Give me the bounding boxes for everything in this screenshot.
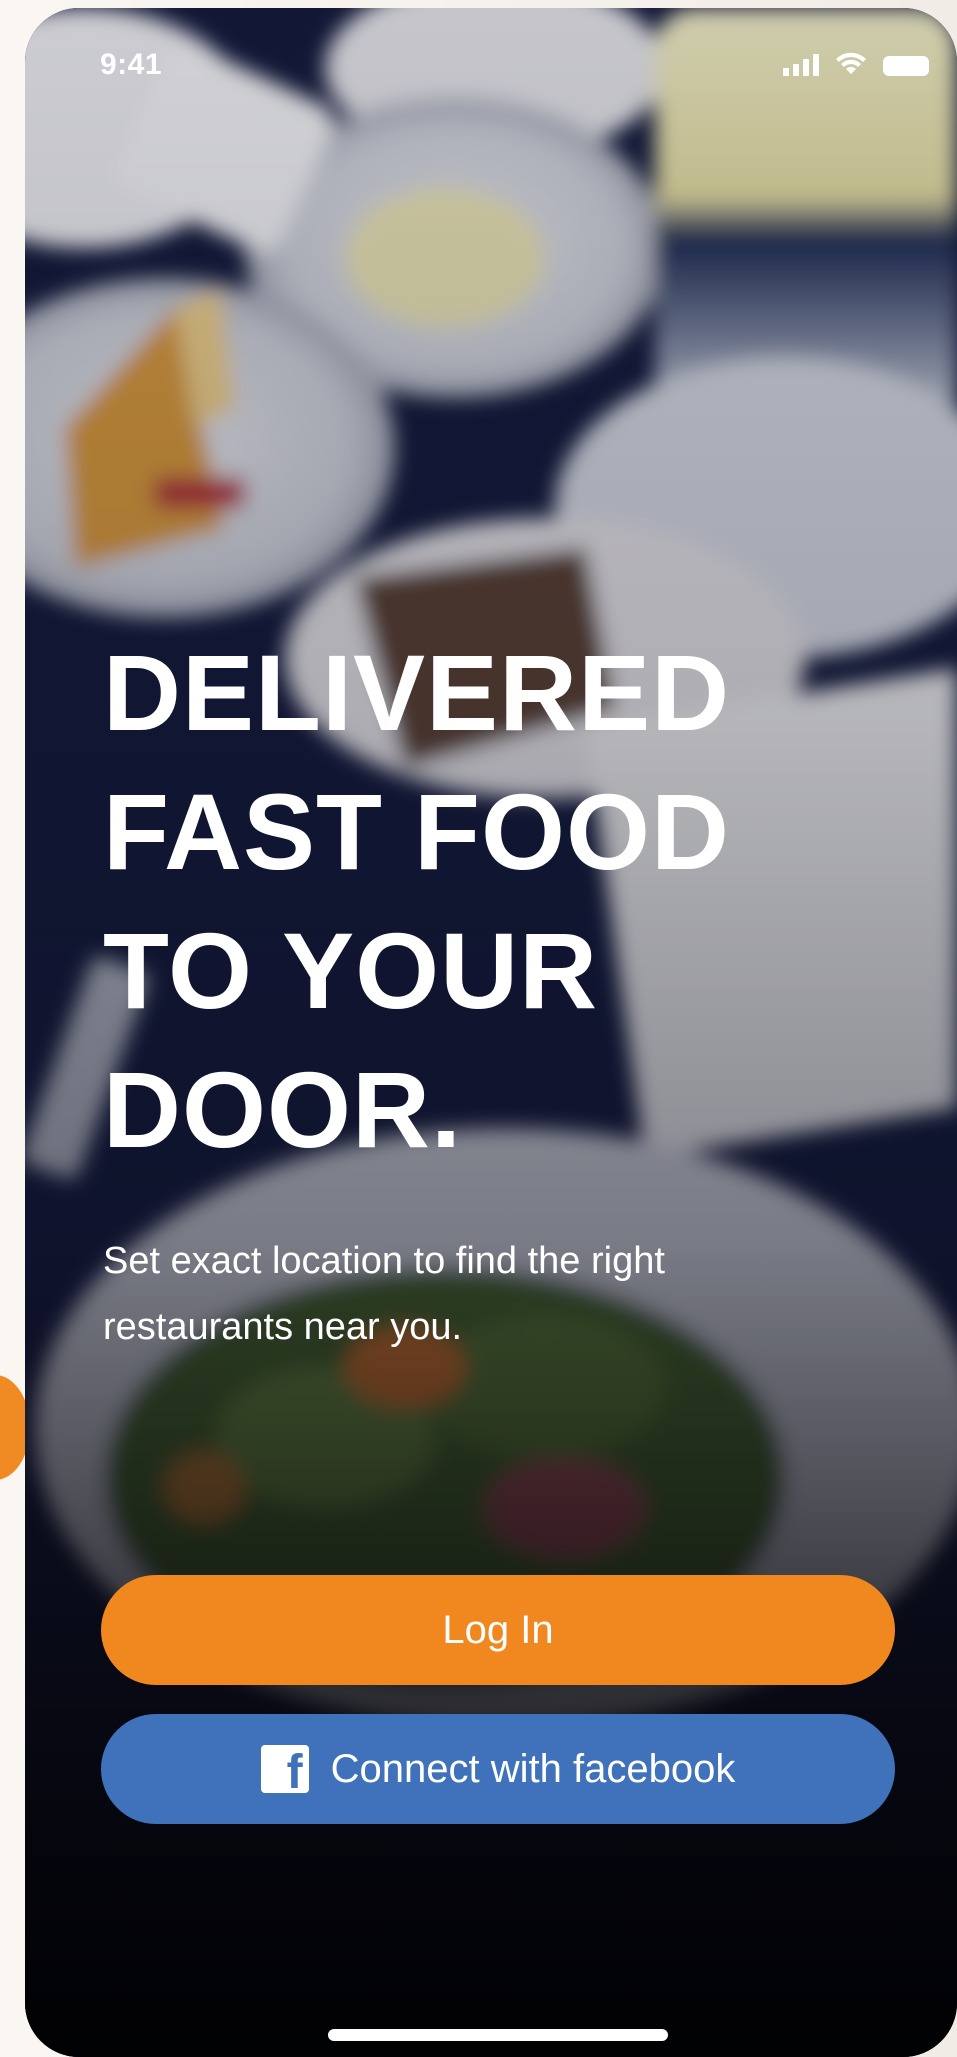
login-button-label: Log In <box>442 1607 554 1652</box>
facebook-button-label: Connect with facebook <box>330 1746 736 1791</box>
headline-line: DOOR. <box>103 1049 463 1170</box>
wifi-icon <box>836 52 866 74</box>
phone-screen: 9:41 DELIVERED FAST FOOD TO YOUR DOOR. S… <box>25 8 957 2057</box>
headline-line: FAST FOOD <box>103 771 730 892</box>
connect-facebook-button[interactable]: f Connect with facebook <box>101 1714 895 1824</box>
hero-subtitle: Set exact location to find the right res… <box>103 1228 803 1360</box>
headline-line: DELIVERED <box>103 632 731 753</box>
subtitle-line: Set exact location to find the right <box>103 1240 665 1282</box>
facebook-icon: f <box>260 1745 309 1793</box>
status-bar: 9:41 <box>25 8 957 118</box>
battery-icon <box>883 56 929 76</box>
cellular-signal-icon <box>783 54 819 76</box>
headline-line: TO YOUR <box>103 910 599 1031</box>
status-time: 9:41 <box>100 48 163 81</box>
subtitle-line: restaurants near you. <box>103 1306 463 1348</box>
home-indicator[interactable] <box>328 2029 668 2041</box>
login-button[interactable]: Log In <box>101 1575 895 1685</box>
hero-headline: DELIVERED FAST FOOD TO YOUR DOOR. <box>103 623 863 1179</box>
status-icons <box>783 52 929 76</box>
